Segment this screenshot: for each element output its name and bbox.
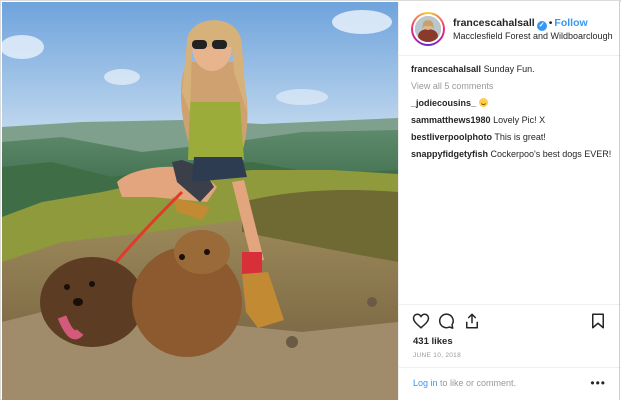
photo-illustration [2, 2, 398, 400]
like-count[interactable]: 431 likes [413, 336, 453, 347]
instagram-embed: francescahalsall ✓ • Follow Macclesfield Fo… [0, 0, 621, 400]
smiling-face-icon [478, 98, 488, 107]
share-icon[interactable] [463, 312, 481, 330]
location-link[interactable]: Macclesfield Forest and Wildboarclough [453, 31, 613, 41]
separator-dot: • [548, 17, 553, 29]
comment-username[interactable]: _jodiecousins_ [411, 98, 476, 108]
username-link[interactable]: francescahalsall [453, 17, 535, 29]
heart-icon[interactable] [412, 312, 430, 330]
avatar-image [413, 14, 443, 44]
post-date: JUNE 10, 2018 [413, 352, 461, 359]
comment-item: snappyfidgetyfish Cockerpoo's best dogs … [411, 148, 616, 160]
follow-button[interactable]: Follow [554, 17, 587, 29]
header-username-line: francescahalsall ✓ • Follow [453, 17, 588, 31]
bookmark-icon[interactable] [589, 312, 607, 330]
comment-text: Cockerpoo's best dogs EVER! [490, 149, 612, 159]
post-header: francescahalsall ✓ • Follow Macclesfield Fo… [399, 2, 621, 56]
view-all-comments-link[interactable]: View all 5 comments [411, 80, 616, 92]
post-sidebar: francescahalsall ✓ • Follow Macclesfield Fo… [398, 2, 621, 400]
login-bar: Log in to like or comment. ••• [399, 367, 621, 400]
caption: francescahalsall Sunday Fun. [411, 63, 616, 75]
comment-username[interactable]: sammatthews1980 [411, 115, 491, 125]
login-suffix: to like or comment. [437, 378, 517, 388]
comment-text: Lovely Pic! X [493, 115, 546, 125]
more-options-icon[interactable]: ••• [590, 376, 606, 390]
comment-username[interactable]: snappyfidgetyfish [411, 149, 488, 159]
comment-username[interactable]: bestliverpoolphoto [411, 132, 492, 142]
caption-text: Sunday Fun. [483, 64, 535, 74]
avatar[interactable] [411, 12, 445, 46]
comment-list: francescahalsall Sunday Fun. View all 5 … [411, 63, 616, 165]
comment-item: sammatthews1980 Lovely Pic! X [411, 114, 616, 126]
login-link[interactable]: Log in [413, 378, 438, 388]
avatar-photo [415, 16, 441, 42]
comment-item: _jodiecousins_ [411, 97, 616, 109]
post-photo[interactable] [2, 2, 398, 400]
frame-edge [619, 1, 620, 400]
login-prompt: Log in to like or comment. [413, 378, 516, 388]
verified-badge-icon: ✓ [536, 21, 547, 31]
comment-bubble-icon[interactable] [437, 312, 455, 330]
caption-username[interactable]: francescahalsall [411, 64, 481, 74]
comment-text: This is great! [494, 132, 546, 142]
comment-item: bestliverpoolphoto This is great! [411, 131, 616, 143]
